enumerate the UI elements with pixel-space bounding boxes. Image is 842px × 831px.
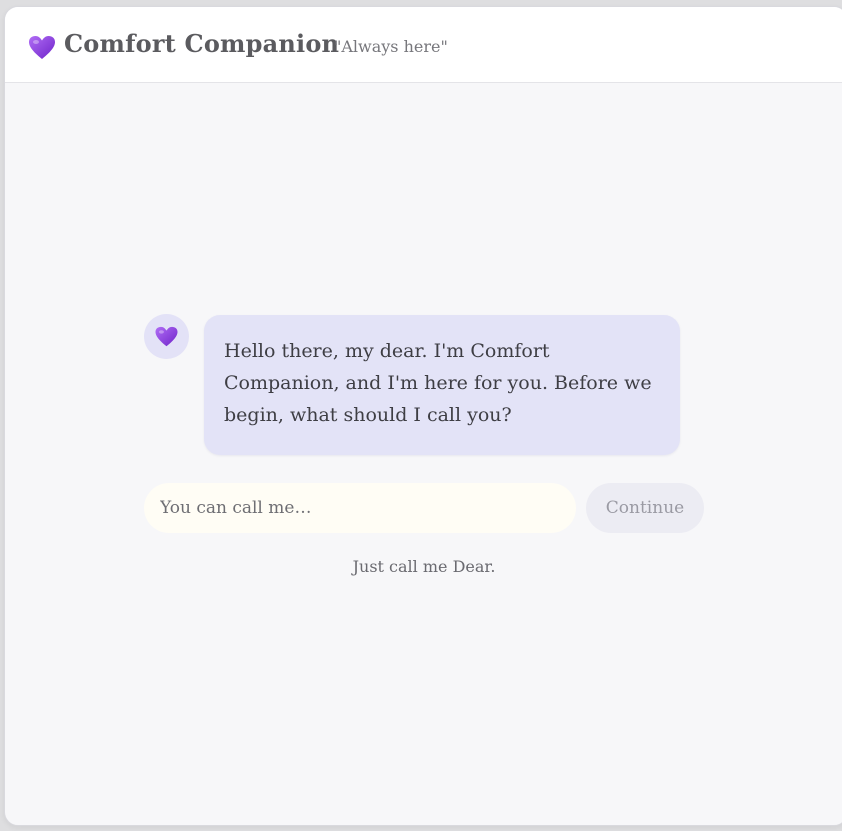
app-header: Comfort Companion "Always here" — [5, 7, 842, 83]
assistant-message-bubble: Hello there, my dear. I'm Comfort Compan… — [204, 315, 680, 455]
suggestion-link[interactable]: Just call me Dear. — [5, 557, 842, 576]
purple-heart-icon — [28, 35, 56, 61]
assistant-avatar — [144, 314, 189, 359]
app-tagline: "Always here" — [334, 37, 448, 56]
purple-heart-icon — [155, 326, 178, 347]
continue-button[interactable]: Continue — [586, 483, 704, 533]
app-title: Comfort Companion — [64, 29, 340, 58]
app-window: Comfort Companion "Always here" Hello th… — [4, 6, 842, 826]
name-input[interactable] — [144, 483, 576, 533]
